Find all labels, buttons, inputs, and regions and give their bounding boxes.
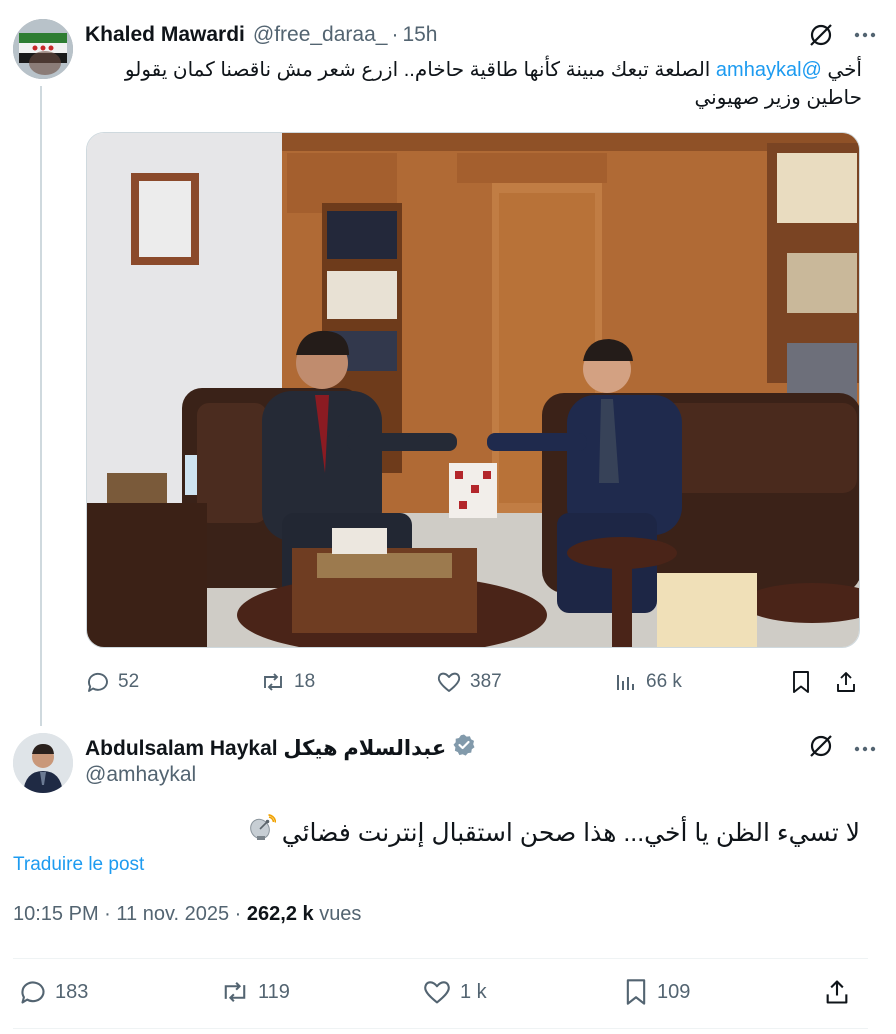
- repost-icon: [260, 670, 286, 694]
- tweet-header: Khaled Mawardi @free_daraa_ · 15h: [85, 20, 876, 50]
- reply-count: 52: [118, 671, 140, 692]
- bookmark-count: 109: [657, 980, 691, 1003]
- divider: [13, 958, 868, 959]
- views-label: vues: [319, 903, 362, 925]
- repost-button[interactable]: 119: [220, 976, 290, 1008]
- bookmark-button[interactable]: [790, 666, 812, 698]
- tweet-actions: 52 18 387 66 k: [86, 666, 860, 698]
- tweet-date[interactable]: 11 nov. 2025: [116, 903, 229, 925]
- share-button[interactable]: [823, 976, 851, 1008]
- tweet-header-icons: [808, 733, 876, 763]
- author-handle[interactable]: @amhaykal: [85, 763, 196, 787]
- share-button[interactable]: [834, 666, 858, 698]
- thread-connector-line: [40, 86, 42, 726]
- like-button[interactable]: 1 k: [422, 976, 487, 1008]
- verified-badge-icon: [452, 733, 476, 763]
- like-icon: [422, 978, 452, 1006]
- share-icon: [823, 978, 851, 1006]
- repost-icon: [220, 978, 250, 1006]
- author-name[interactable]: Khaled Mawardi: [85, 23, 245, 47]
- author-name[interactable]: Abdulsalam Haykal عبدالسلام هيكل: [85, 736, 446, 761]
- repost-count: 18: [294, 671, 316, 692]
- tweet-text: لا تسيء الظن يا أخي... هذا صحن استقبال إ…: [13, 814, 860, 851]
- tweet-text: أخي @amhaykal الصلعة تبعك مبينة كأنها طا…: [85, 56, 862, 112]
- reply-icon: [86, 670, 110, 694]
- share-icon: [834, 670, 858, 694]
- tweet-text-content: لا تسيء الظن يا أخي... هذا صحن استقبال إ…: [281, 818, 860, 847]
- reply-count: 183: [55, 980, 89, 1003]
- avatar[interactable]: [13, 733, 73, 793]
- divider: [13, 1028, 868, 1029]
- views-count: 262,2 k: [246, 903, 314, 925]
- like-icon: [436, 670, 462, 694]
- tweet-actions: 183 119 1 k 109: [13, 976, 858, 1010]
- meta-separator: ·: [234, 903, 242, 925]
- tweet-timestamp: 10:15 PM · 11 nov. 2025 · 262,2 k vues: [13, 903, 361, 926]
- like-count: 1 k: [460, 980, 487, 1003]
- like-count: 387: [470, 671, 502, 692]
- bookmark-button[interactable]: 109: [623, 976, 690, 1008]
- translate-post-link[interactable]: Traduire le post: [13, 854, 144, 876]
- grok-icon[interactable]: [808, 22, 834, 48]
- mention-link[interactable]: @amhaykal: [716, 59, 822, 81]
- more-icon[interactable]: [854, 739, 876, 757]
- bookmark-icon: [790, 670, 812, 694]
- grok-icon[interactable]: [808, 733, 834, 764]
- tweet-header: Abdulsalam Haykal عبدالسلام هيكل: [85, 733, 476, 763]
- satellite-dish-emoji: [248, 814, 277, 851]
- tweet-photo[interactable]: [86, 132, 860, 648]
- bookmark-icon: [623, 978, 649, 1006]
- reply-button[interactable]: 183: [19, 976, 88, 1008]
- author-handle[interactable]: @free_daraa_: [253, 23, 388, 47]
- tweet-time[interactable]: 15h: [402, 23, 437, 47]
- reply-button[interactable]: 52: [86, 666, 139, 698]
- more-icon[interactable]: [854, 32, 876, 38]
- repost-count: 119: [258, 980, 290, 1003]
- avatar[interactable]: [13, 19, 73, 79]
- meta-separator: ·: [391, 23, 399, 46]
- tweet-text-part: أخي: [821, 59, 862, 81]
- like-button[interactable]: 387: [436, 666, 502, 698]
- tweet-time[interactable]: 10:15 PM: [13, 903, 99, 925]
- views-button[interactable]: 66 k: [614, 666, 682, 698]
- reply-icon: [19, 978, 47, 1006]
- repost-button[interactable]: 18: [260, 666, 315, 698]
- views-count: 66 k: [646, 671, 682, 692]
- views-icon: [614, 670, 638, 694]
- meta-separator: ·: [104, 903, 111, 925]
